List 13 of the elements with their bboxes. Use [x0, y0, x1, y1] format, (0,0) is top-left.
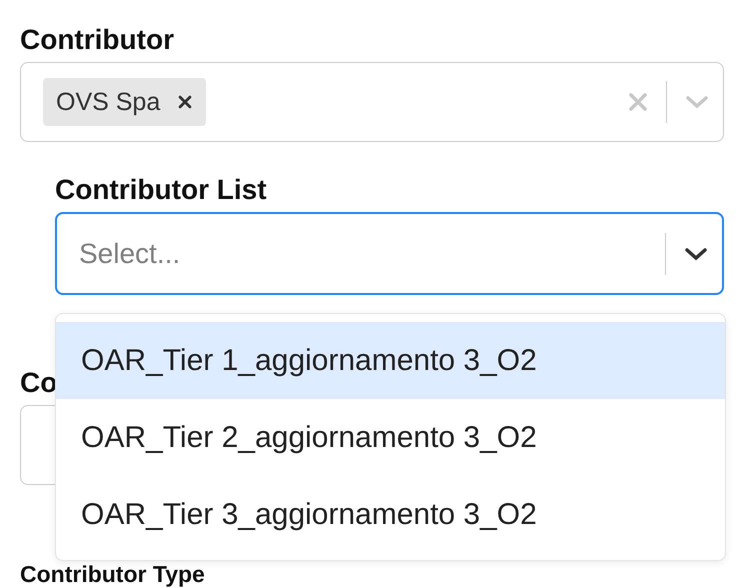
menu-option[interactable]: OAR_Tier 2_aggiornamento 3_O2 [56, 399, 725, 476]
tag-label: OVS Spa [56, 88, 160, 116]
select-field[interactable]: Select... [55, 212, 724, 295]
field-label: Contributor Type [20, 561, 205, 587]
menu-option[interactable]: OAR_Tier 3_aggiornamento 3_O2 [56, 476, 725, 553]
field-label: Contributor [20, 23, 174, 57]
menu-option[interactable]: OAR_Tier 1_aggiornamento 3_O2 [56, 322, 725, 399]
placeholder: Select... [79, 238, 180, 270]
field-label: Co [20, 366, 58, 400]
field-label: Contributor List [55, 173, 267, 207]
multi-select-field[interactable]: OVS Spa [20, 62, 724, 142]
chevron-down-icon[interactable] [684, 246, 708, 260]
remove-icon[interactable] [178, 95, 192, 109]
